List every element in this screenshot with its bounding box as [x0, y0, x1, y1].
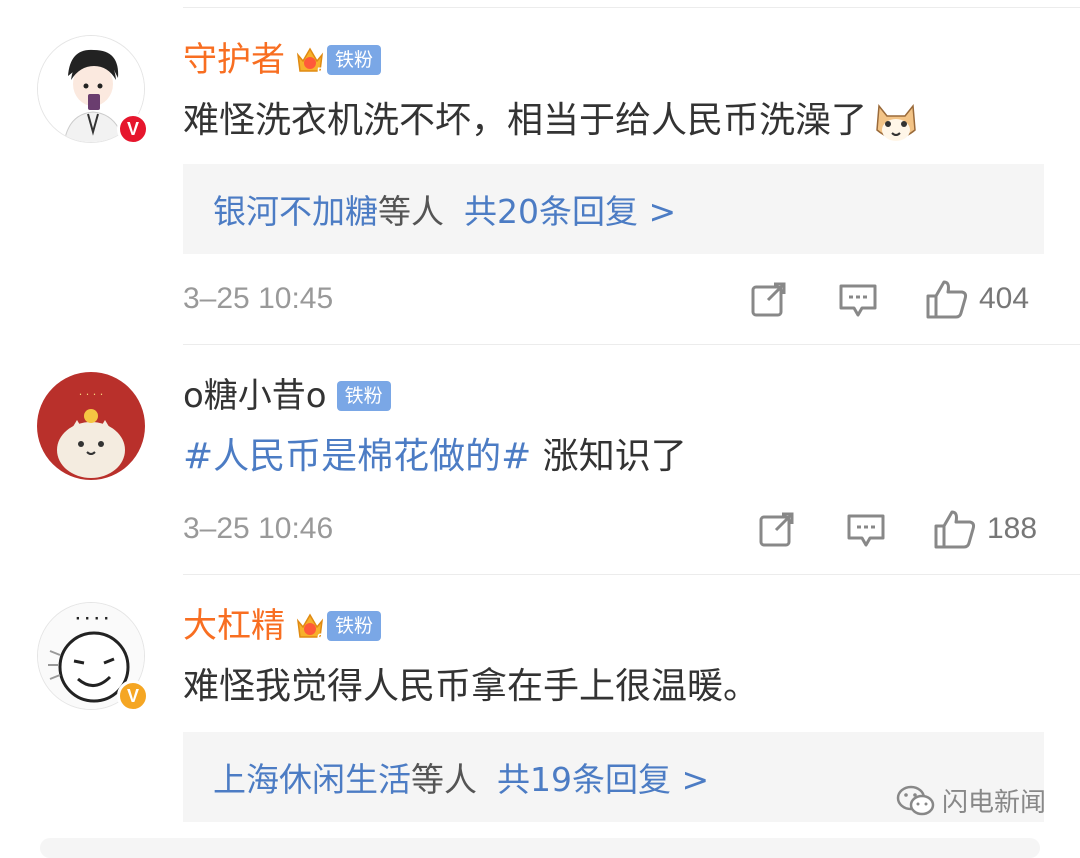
reply-etc: 等人: [378, 192, 444, 231]
username[interactable]: o糖小昔o 铁粉: [183, 376, 391, 416]
username-text[interactable]: 大杠精: [183, 606, 285, 646]
fan-badge: 铁粉: [336, 381, 391, 411]
comment-icon: [847, 514, 885, 547]
reply-count-link[interactable]: 共19条回复 >: [497, 753, 709, 801]
crown-level: 5: [317, 65, 324, 77]
comment-text: #人民币是棉花做的# 涨知识了: [183, 434, 687, 480]
thumbs-up-icon: [934, 510, 976, 549]
like-count: 404: [979, 282, 1030, 315]
like-count: 188: [987, 512, 1038, 545]
fan-badge: 铁粉: [327, 611, 382, 641]
avatar[interactable]: V: [37, 35, 149, 145]
comment-text: 难怪我觉得人民币拿在手上很温暖。: [183, 666, 760, 707]
reply-user[interactable]: 上海休闲生活: [213, 753, 411, 801]
svg-text:· · · ·: · · · ·: [79, 388, 103, 401]
username-text[interactable]: 守护者: [183, 40, 285, 80]
fan-badge: 铁粉: [327, 45, 382, 75]
divider: [183, 574, 1080, 575]
share-button[interactable]: [758, 510, 796, 548]
username[interactable]: 守护者 5 铁粉: [183, 40, 382, 80]
svg-text:· · · ·: · · · ·: [75, 612, 108, 627]
crown-icon: 6: [295, 609, 325, 645]
replies-box[interactable]: 银河不加糖 等人 共20条回复 >: [183, 164, 1044, 254]
verified-badge-icon: V: [117, 680, 149, 712]
comment-icon: [839, 284, 877, 317]
username-text[interactable]: o糖小昔o: [183, 376, 327, 416]
like-button[interactable]: 404: [925, 278, 1029, 320]
comment-button[interactable]: [846, 512, 886, 548]
reply-etc: 等人: [411, 760, 477, 799]
input-bar[interactable]: [40, 838, 1040, 858]
watermark-text: 闪电新闻: [941, 788, 1046, 818]
divider: [183, 344, 1080, 345]
wechat-icon: [896, 785, 935, 815]
verified-badge-icon: V: [117, 113, 149, 145]
reply-count-link[interactable]: 共20条回复 >: [464, 185, 676, 233]
cat-face-emoji-icon: [873, 100, 919, 144]
share-button[interactable]: [750, 280, 788, 318]
like-button[interactable]: 188: [933, 508, 1037, 550]
avatar[interactable]: · · · · V: [37, 602, 149, 712]
thumbs-up-icon: [926, 280, 968, 319]
share-icon: [759, 512, 794, 547]
crown-level: 6: [317, 631, 324, 643]
timestamp: 3–25 10:46: [183, 512, 334, 545]
divider-top: [183, 7, 1080, 8]
comment-button[interactable]: [838, 282, 878, 318]
crown-icon: 5: [295, 43, 325, 79]
comment-text-body: 难怪洗衣机洗不坏，相当于给人民币洗澡了: [183, 100, 868, 141]
comment-text-body: 涨知识了: [531, 436, 687, 477]
hashtag-link[interactable]: #人民币是棉花做的#: [183, 436, 531, 477]
username[interactable]: 大杠精 6 铁粉: [183, 606, 382, 646]
watermark: 闪电新闻: [896, 782, 1046, 819]
avatar[interactable]: · · · ·: [37, 372, 145, 480]
reply-user[interactable]: 银河不加糖: [213, 185, 378, 233]
timestamp: 3–25 10:45: [183, 282, 334, 315]
comment-text: 难怪洗衣机洗不坏，相当于给人民币洗澡了: [183, 98, 919, 144]
share-icon: [751, 282, 786, 317]
